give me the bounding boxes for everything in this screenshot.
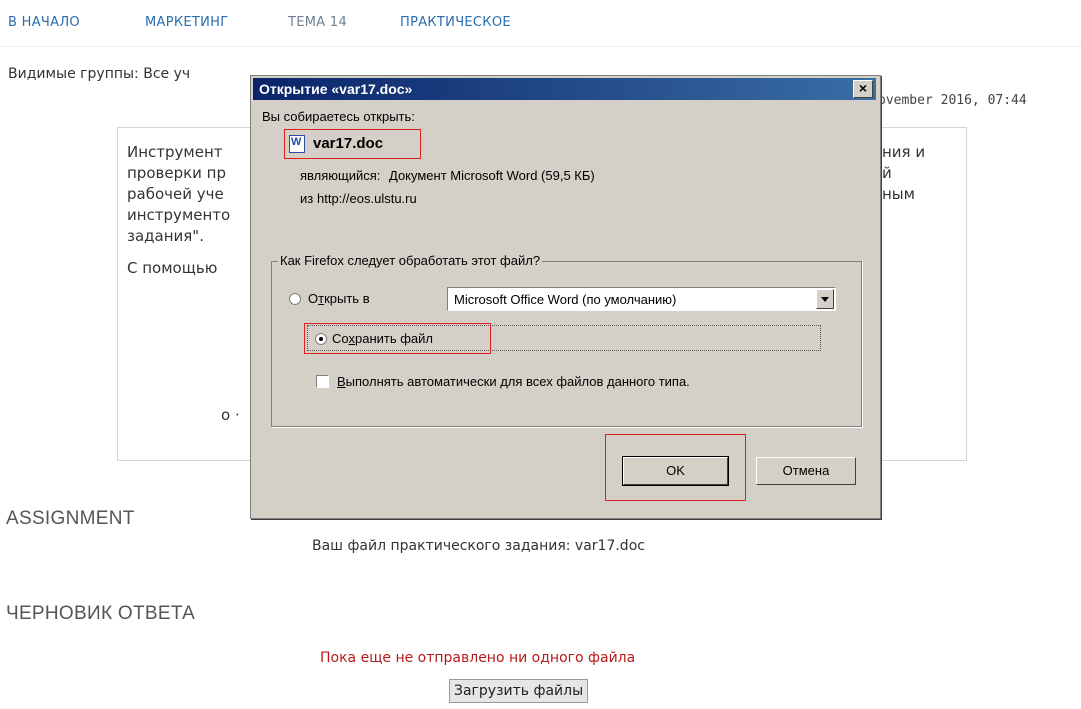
list-bullet: o · xyxy=(221,406,240,424)
file-name-highlight: var17.doc xyxy=(284,129,421,159)
open-with-radio[interactable] xyxy=(289,293,301,305)
draft-heading: ЧЕРНОВИК ОТВЕТА xyxy=(6,603,196,624)
breadcrumb-marketing[interactable]: МАРКЕТИНГ xyxy=(145,15,228,30)
file-name: var17.doc xyxy=(313,135,384,152)
open-file-dialog: Открытие «var17.doc» × Вы собираетесь от… xyxy=(250,75,881,519)
breadcrumb-home[interactable]: В НАЧАЛО xyxy=(8,15,80,30)
intro-line: проверки пр xyxy=(127,164,227,182)
intro-line: инструменто xyxy=(127,206,231,224)
dialog-titlebar[interactable]: Открытие «var17.doc» × xyxy=(253,78,876,100)
intro-line: рабочей уче xyxy=(127,185,224,203)
breadcrumb: В НАЧАЛО МАРКЕТИНГ ТЕМА 14 ПРАКТИЧЕСКОЕ xyxy=(0,0,1081,47)
file-type-label: являющийся: xyxy=(300,168,381,183)
intro-line: Инструмент xyxy=(127,143,223,161)
auto-open-checkbox[interactable] xyxy=(316,375,329,388)
assignment-heading: ASSIGNMENT xyxy=(6,508,135,529)
chevron-down-icon[interactable] xyxy=(816,289,834,309)
visible-groups-label[interactable]: Видимые группы: Все уч xyxy=(8,66,190,82)
assignment-file-text: Ваш файл практического задания: var17.do… xyxy=(312,538,645,554)
auto-open-label[interactable]: Выполнять автоматически для всех файлов … xyxy=(337,374,690,389)
cancel-button[interactable]: Отмена xyxy=(756,457,856,485)
open-with-label-prefix: О xyxy=(308,291,319,306)
auto-label-suffix: ыполнять автоматически для всех файлов д… xyxy=(345,374,690,389)
dialog-title: Открытие «var17.doc» xyxy=(259,81,413,97)
open-with-app-value: Microsoft Office Word (по умолчанию) xyxy=(454,292,677,307)
open-with-label-suffix: крыть в xyxy=(324,291,370,306)
post-date: ovember 2016, 07:44 xyxy=(878,93,1027,108)
file-type-value: Документ Microsoft Word (59,5 КБ) xyxy=(389,168,595,183)
intro-line: ным xyxy=(882,185,915,203)
intro-line: С помощью xyxy=(127,259,218,277)
auto-accel-key: В xyxy=(337,374,346,389)
breadcrumb-topic[interactable]: ТЕМА 14 xyxy=(288,15,347,30)
action-groupbox-label: Как Firefox следует обработать этот файл… xyxy=(278,253,543,268)
word-document-icon xyxy=(289,135,305,153)
save-option-highlight xyxy=(304,323,491,354)
intro-line: задания". xyxy=(127,227,204,245)
breadcrumb-practical[interactable]: ПРАКТИЧЕСКОЕ xyxy=(400,15,511,30)
intro-line: ния и xyxy=(882,143,926,161)
source-label: из xyxy=(300,191,314,206)
open-with-app-select[interactable]: Microsoft Office Word (по умолчанию) xyxy=(447,287,836,311)
source-url: http://eos.ulstu.ru xyxy=(317,191,417,206)
close-icon[interactable]: × xyxy=(853,80,873,98)
open-with-label[interactable]: Открыть в xyxy=(308,291,370,306)
ok-button-highlight xyxy=(605,434,746,501)
no-files-message: Пока еще не отправлено ни одного файла xyxy=(320,650,636,666)
upload-files-button[interactable]: Загрузить файлы xyxy=(449,679,589,703)
about-to-open-label: Вы собираетесь открыть: xyxy=(262,109,415,124)
intro-line: й xyxy=(882,164,892,182)
